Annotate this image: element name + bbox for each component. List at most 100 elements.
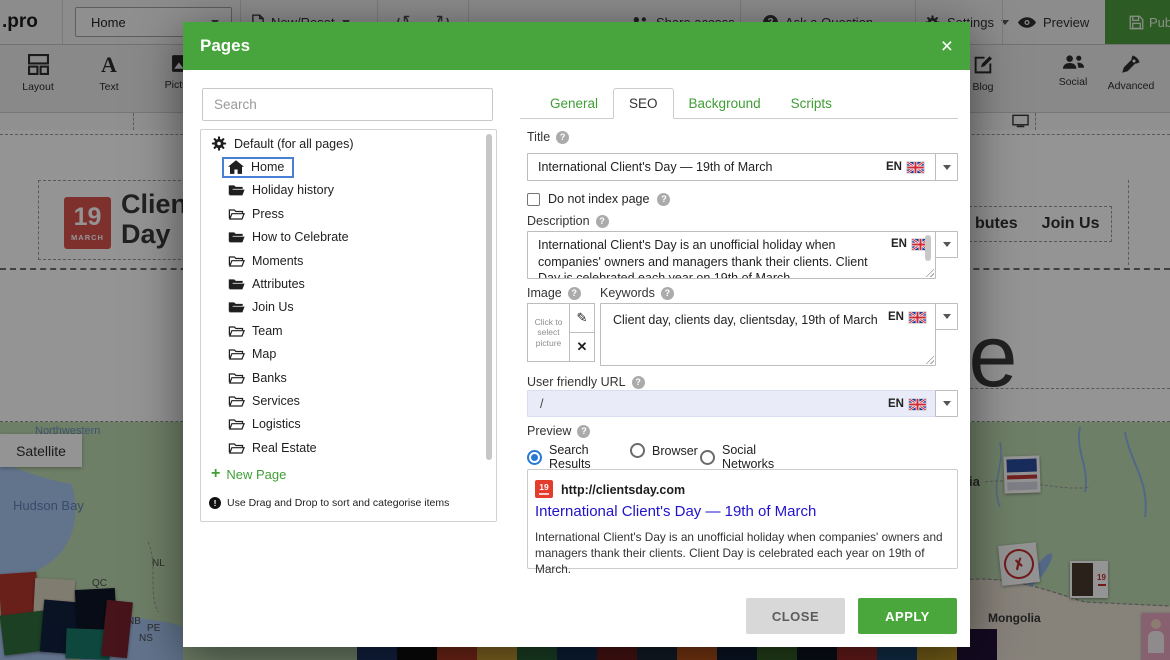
description-textarea[interactable]: International Client's Day is an unoffic… [527,231,936,279]
description-value: International Client's Day is an unoffic… [528,232,935,279]
keywords-language: EN [888,311,926,323]
folder-open-filled-icon [228,277,245,291]
drag-drop-note-text: Use Drag and Drop to sort and categorise… [227,497,449,509]
tree-item-label: Moments [252,254,303,268]
help-icon[interactable]: ? [596,215,609,228]
close-button[interactable]: CLOSE [746,598,845,634]
do-not-index-label: Do not index page [548,192,649,206]
new-page-label: New Page [226,467,286,482]
folder-open-icon [228,417,245,431]
pencil-icon: ✎ [577,310,588,326]
image-label: Image ? [527,286,581,300]
tab-background[interactable]: Background [674,89,776,118]
tree-item-label: Press [252,207,284,221]
url-language-dropdown[interactable] [935,390,958,417]
tree-item-join-us[interactable]: Join Us [201,296,482,319]
tree-item-how-to-celebrate[interactable]: How to Celebrate [201,226,482,249]
radio-label: Search Results [549,443,591,471]
tree-item-label: Banks [252,371,287,385]
tree-item-holiday-history[interactable]: Holiday history [201,179,482,202]
radio-icon [700,450,715,465]
scrollbar[interactable] [925,235,931,261]
tree-item-map[interactable]: Map [201,343,482,366]
favicon-number: 19 [539,483,548,492]
folder-open-filled-icon [228,183,245,197]
chevron-down-icon [943,314,951,319]
help-icon[interactable]: ? [577,425,590,438]
close-icon[interactable]: × [941,36,953,57]
keywords-language-dropdown[interactable] [935,303,958,330]
tree-item-team[interactable]: Team [201,319,482,342]
help-icon[interactable]: ? [657,193,670,206]
tree-item-default[interactable]: Default (for all pages) [201,132,482,155]
keywords-textarea[interactable]: Client day, clients day, clientsday, 19t… [600,303,936,366]
chevron-down-icon [943,401,951,406]
scrollbar[interactable] [486,134,492,460]
tree-item-logistics[interactable]: Logistics [201,413,482,436]
folder-open-icon [228,394,245,408]
resize-handle[interactable] [925,355,934,364]
description-label-text: Description [527,214,590,228]
uk-flag-icon [909,312,926,323]
help-icon[interactable]: ? [661,287,674,300]
description-language-dropdown[interactable] [935,231,958,258]
folder-open-icon [228,207,245,221]
tree-item-press[interactable]: Press [201,202,482,225]
chevron-down-icon [943,242,951,247]
tree-item-services[interactable]: Services [201,389,482,412]
language-code: EN [891,238,907,250]
tree-item-banks[interactable]: Banks [201,366,482,389]
tree-item-label: Home [251,160,284,174]
tree-item-home[interactable]: Home [201,155,482,178]
search-input[interactable] [202,88,493,121]
tree-item-attributes[interactable]: Attributes [201,272,482,295]
image-edit-button[interactable]: ✎ [569,303,595,333]
keywords-label: Keywords ? [600,286,674,300]
page-tree: Default (for all pages) Home Holiday his… [200,129,497,522]
tree-item-label: Default (for all pages) [234,137,354,151]
url-input[interactable] [527,390,936,417]
tree-item-moments[interactable]: Moments [201,249,482,272]
tree-item-label: How to Celebrate [252,230,349,244]
folder-open-filled-icon [228,300,245,314]
help-icon[interactable]: ? [556,131,569,144]
do-not-index-checkbox[interactable] [527,193,540,206]
radio-search-results[interactable]: Search Results [527,443,591,471]
tab-seo[interactable]: SEO [613,88,674,119]
title-input[interactable] [527,153,936,181]
title-label-text: Title [527,130,550,144]
folder-open-icon [228,324,245,338]
folder-open-icon [228,441,245,455]
radio-browser[interactable]: Browser [630,443,698,458]
folder-open-icon [228,371,245,385]
drag-drop-note: ! Use Drag and Drop to sort and categori… [209,497,449,509]
uk-flag-icon [907,162,924,173]
dialog-header: Pages × [183,22,970,70]
page-tree-list: Default (for all pages) Home Holiday his… [201,132,482,459]
preview-link[interactable]: International Client's Day — 19th of Mar… [535,503,816,520]
image-picker[interactable]: Click to select picture [527,303,570,362]
image-delete-button[interactable]: ✕ [569,332,595,362]
preview-url: http://clientsday.com [561,483,685,497]
favicon-bar [539,493,549,495]
tree-item-real-estate[interactable]: Real Estate [201,436,482,459]
tree-item-label: Logistics [252,417,301,431]
image-label-text: Image [527,286,562,300]
home-icon [228,160,244,175]
radio-label: Browser [652,444,698,458]
tab-scripts[interactable]: Scripts [776,89,847,118]
image-picker-placeholder: Click to select picture [528,317,569,349]
help-icon[interactable]: ? [568,287,581,300]
title-label: Title ? [527,130,569,144]
tree-item-label: Attributes [252,277,305,291]
new-page-button[interactable]: + New Page [211,466,286,482]
description-language: EN [891,238,929,250]
description-label: Description ? [527,214,609,228]
help-icon[interactable]: ? [632,376,645,389]
tab-general[interactable]: General [535,89,613,118]
apply-button[interactable]: APPLY [858,598,957,634]
title-language-dropdown[interactable] [935,153,958,181]
plus-icon: + [211,466,220,482]
preview-label: Preview ? [527,424,590,438]
radio-social-networks[interactable]: Social Networks [700,443,774,471]
